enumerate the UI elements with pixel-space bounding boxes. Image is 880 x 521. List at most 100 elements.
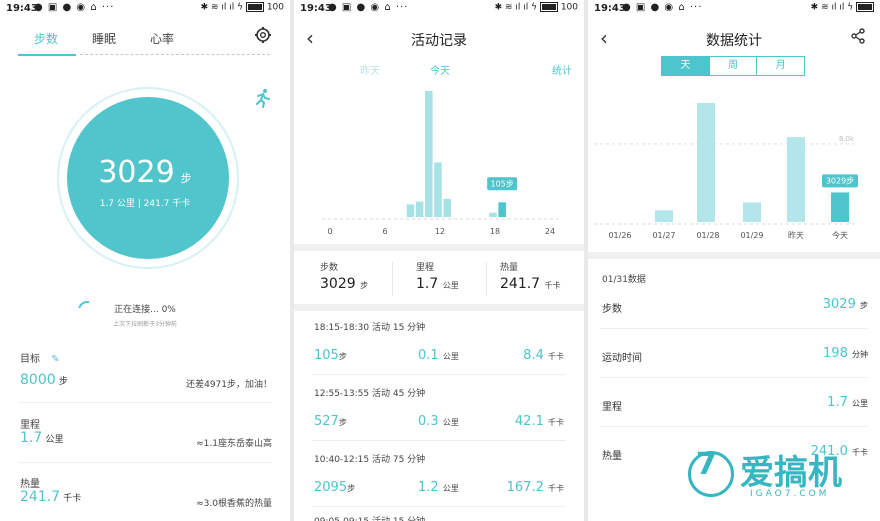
stat-value: 1.7 公里: [827, 395, 868, 410]
calories-row: 热量: [20, 475, 272, 490]
steps-value: 3029: [98, 155, 175, 190]
divider: [600, 377, 868, 378]
steps-unit: 步: [180, 172, 192, 185]
calories-unit: 千卡: [63, 494, 82, 504]
record-time: 09:05-09:15 活动 15 分钟: [314, 514, 425, 521]
x-tick-label: 昨天: [788, 230, 804, 240]
bar-tooltip-label: 105步: [491, 179, 514, 188]
tab-steps[interactable]: 步数: [34, 30, 58, 47]
distance-note: ≈1.1座东岳泰山高: [196, 439, 272, 449]
steps-summary: 1.7 公里 | 241.7 千卡: [99, 199, 191, 209]
divider: [18, 462, 272, 463]
record-calories-value: 167.2: [506, 480, 544, 495]
goal-value: 8000: [20, 372, 56, 388]
divider: [312, 374, 566, 375]
reference-label: 8.0k: [839, 135, 855, 143]
bar[interactable]: [655, 210, 673, 222]
summary-distance: 1.7 公里: [416, 276, 459, 292]
record-distance-value: 1.2: [418, 480, 439, 495]
divider: [312, 506, 566, 507]
record-distance: 1.2 公里: [418, 480, 459, 495]
notification-icons: ● ▣ ● ◉ ⌂ ···: [34, 2, 115, 13]
battery-icon: [539, 2, 558, 12]
system-icons: ✱ ≋ ıl ıl ϟ: [811, 2, 874, 13]
stat-label: 运动时间: [602, 353, 642, 364]
x-tick-label: 18: [490, 227, 500, 236]
bar-tooltip-label: 3029步: [826, 176, 854, 185]
stat-label: 热量: [602, 451, 622, 462]
tab-stats[interactable]: 统计: [552, 62, 572, 77]
record-calories-unit: 千卡: [548, 484, 564, 493]
record-steps-unit: 步: [338, 418, 347, 427]
calories-value-row: 241.7 千卡 ≈3.0根香蕉的热量: [20, 489, 272, 509]
summary-calories-value: 241.7: [500, 276, 541, 292]
gear-icon[interactable]: [254, 26, 272, 48]
running-icon[interactable]: [252, 88, 272, 112]
bar[interactable]: [498, 202, 506, 217]
bar[interactable]: [489, 212, 497, 217]
distance-value: 1.7: [20, 430, 43, 446]
record-steps-value: 2095: [314, 480, 348, 495]
summary-steps: 3029 步: [320, 276, 368, 292]
stat-number: 3029: [822, 297, 856, 312]
bar[interactable]: [415, 201, 424, 217]
bar[interactable]: [831, 192, 849, 222]
stat-label: 步数: [602, 304, 622, 315]
watermark-brand: 爱搞机: [740, 453, 842, 493]
record-distance-value: 0.1: [418, 348, 439, 363]
distance-row: 里程: [20, 416, 272, 431]
record-calories-unit: 千卡: [548, 352, 564, 361]
period-week[interactable]: 周: [708, 57, 757, 75]
bar[interactable]: [787, 137, 805, 222]
section-divider: [294, 304, 584, 311]
bar[interactable]: [406, 204, 415, 217]
bar[interactable]: [697, 102, 715, 222]
battery-level: 100: [266, 2, 284, 13]
record-row[interactable]: 105步 0.1 公里 8.4 千卡: [314, 348, 564, 368]
record-distance-unit: 公里: [442, 484, 459, 493]
tab-yesterday[interactable]: 昨天: [360, 62, 380, 77]
bar[interactable]: [743, 202, 761, 222]
summary-calories-unit: 千卡: [544, 281, 561, 290]
tab-heart-rate[interactable]: 心率: [150, 30, 174, 47]
stat-row: 运动时间 198 分钟: [602, 346, 868, 364]
record-steps-value: 527: [314, 414, 339, 429]
x-tick-label: 01/28: [696, 231, 719, 240]
battery-level: 100: [560, 2, 578, 13]
edit-icon[interactable]: ✎: [51, 354, 59, 365]
system-icons: ✱ ≋ ıl ıl ϟ 100: [200, 2, 284, 13]
section-divider: [588, 252, 880, 259]
period-month[interactable]: 月: [756, 57, 804, 75]
record-row[interactable]: 2095步 1.2 公里 167.2 千卡: [314, 480, 564, 500]
x-tick-label: 0: [327, 227, 332, 236]
system-icons: ✱ ≋ ıl ıl ϟ 100: [494, 2, 578, 13]
tab-today[interactable]: 今天: [430, 62, 450, 77]
activity-panel: 19:43 ● ▣ ● ◉ ⌂ ··· ✱ ≋ ıl ıl ϟ 100 ‹ 活动…: [294, 0, 584, 521]
section-divider: [294, 244, 584, 251]
bar[interactable]: [434, 162, 442, 217]
record-time: 12:55-13:55 活动 45 分钟: [314, 389, 426, 399]
connecting-status: 正在连接... 0%: [114, 305, 176, 315]
x-tick-label: 6: [382, 227, 387, 236]
stat-number: 1.7: [827, 395, 848, 410]
status-bar: 19:43 ● ▣ ● ◉ ⌂ ··· ✱ ≋ ıl ıl ϟ 100: [294, 0, 584, 18]
status-bar: 19:43 ● ▣ ● ◉ ⌂ ··· ✱ ≋ ıl ıl ϟ 100: [0, 0, 290, 18]
page-title: 数据统计: [706, 33, 762, 49]
share-icon[interactable]: [850, 28, 866, 48]
goal-row[interactable]: 目标 ✎: [20, 350, 272, 365]
period-day[interactable]: 天: [662, 57, 709, 75]
record-calories-value: 8.4: [523, 348, 544, 363]
summary-steps-label: 步数: [320, 263, 339, 273]
bar[interactable]: [425, 91, 433, 217]
record-row[interactable]: 527步 0.3 公里 42.1 千卡: [314, 414, 564, 434]
tab-sleep[interactable]: 睡眠: [92, 30, 116, 47]
record-steps-unit: 步: [347, 484, 356, 493]
divider: [600, 426, 868, 427]
bar[interactable]: [443, 198, 451, 217]
record-calories: 167.2 千卡: [507, 480, 564, 495]
record-calories: 8.4 千卡: [523, 348, 564, 363]
summary-distance-label: 里程: [416, 263, 435, 273]
stat-value: 3029 步: [823, 297, 868, 312]
record-steps: 105步: [314, 348, 347, 363]
summary-distance-unit: 公里: [442, 281, 459, 290]
